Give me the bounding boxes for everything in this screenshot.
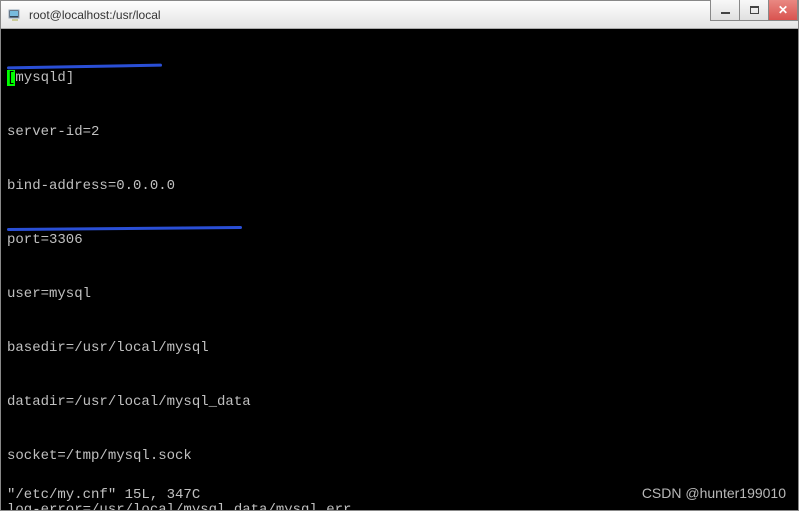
config-line: port=3306 [7,231,792,249]
terminal-window: root@localhost:/usr/local ✕ [mysqld] ser… [0,0,799,511]
config-line: user=mysql [7,285,792,303]
config-line: server-id=2 [7,123,792,141]
maximize-icon [750,6,759,14]
minimize-icon [721,12,730,14]
config-line: bind-address=0.0.0.0 [7,177,792,195]
line-text: mysqld] [15,70,74,86]
config-line: socket=/tmp/mysql.sock [7,447,792,465]
minimize-button[interactable] [710,0,740,21]
config-line: [mysqld] [7,69,792,87]
window-controls: ✕ [711,0,798,21]
title-bar[interactable]: root@localhost:/usr/local ✕ [1,1,798,29]
close-icon: ✕ [778,3,788,17]
window-title: root@localhost:/usr/local [29,8,161,22]
maximize-button[interactable] [739,0,769,21]
close-button[interactable]: ✕ [768,0,798,21]
terminal-content[interactable]: [mysqld] server-id=2 bind-address=0.0.0.… [1,29,798,510]
putty-icon [7,7,23,23]
watermark: CSDN @hunter199010 [642,484,786,502]
config-line: datadir=/usr/local/mysql_data [7,393,792,411]
config-line: basedir=/usr/local/mysql [7,339,792,357]
vim-status-line: "/etc/my.cnf" 15L, 347C [7,486,200,504]
